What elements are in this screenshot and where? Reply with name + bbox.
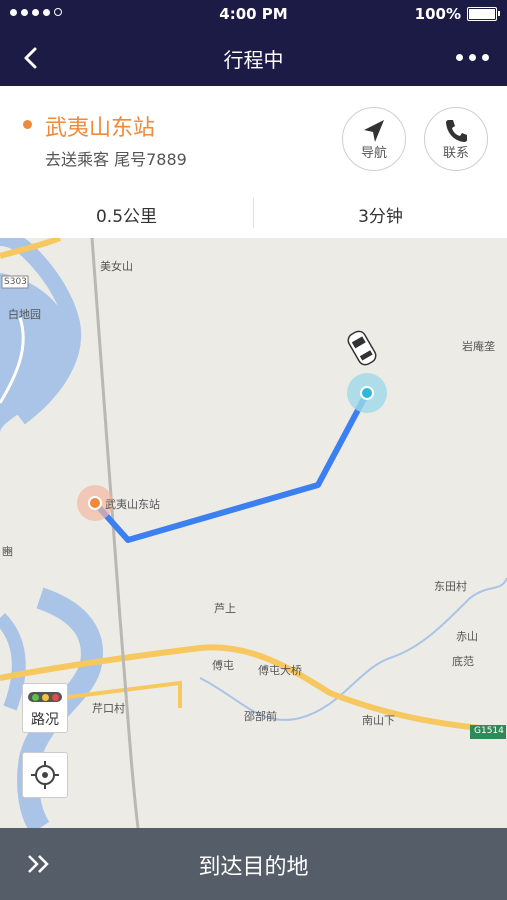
map-view[interactable]: S303 G1514 美女山 白地园 岩庵垄 武夷山东站 芦上 东田村 赤山 底… (0, 238, 507, 828)
place-label: 南山下 (362, 714, 395, 727)
route-line (92, 391, 370, 543)
arrive-destination-label: 到达目的地 (198, 855, 309, 880)
place-label: 岩庵垄 (462, 340, 495, 353)
passenger-info: 去送乘客 尾号7889 (45, 150, 187, 169)
place-label: 东田村 (434, 580, 467, 593)
battery-icon (467, 7, 500, 21)
river-segment (0, 613, 26, 711)
time-value: 3分钟 (358, 207, 403, 227)
contact-label: 联系 (442, 146, 469, 161)
place-label: 傅屯大桥 (258, 664, 302, 677)
place-label: 武夷山东站 (105, 498, 160, 511)
place-label: 底范 (452, 655, 474, 668)
road-label: G1514 (474, 726, 504, 736)
place-label: 傅屯 (212, 659, 234, 672)
trip-stats: 0.5公里 3分钟 (0, 188, 507, 239)
phone-icon (446, 120, 467, 142)
station-dot-icon (23, 120, 32, 129)
traffic-toggle-button[interactable]: 路况 (22, 683, 68, 733)
navigation-arrow-icon (364, 120, 384, 142)
more-dots-icon[interactable] (456, 54, 489, 61)
railway (90, 238, 140, 828)
place-label: 芦上 (214, 602, 236, 615)
contact-button[interactable]: 联系 (424, 107, 488, 171)
car-icon (347, 330, 377, 366)
nav-bar: 行程中 (0, 30, 507, 86)
battery-percent: 100% (414, 5, 461, 23)
place-label: 美女山 (100, 260, 133, 273)
navigate-button[interactable]: 导航 (342, 107, 406, 171)
page-title: 行程中 (223, 48, 284, 72)
navigate-label: 导航 (360, 146, 387, 161)
station-name: 武夷山东站 (45, 116, 156, 141)
destination-marker-icon (360, 386, 374, 400)
distance-value: 0.5公里 (95, 207, 158, 227)
place-label: 白地园 (8, 308, 41, 321)
locate-crosshair-icon (31, 761, 59, 789)
map-canvas (0, 238, 507, 828)
locate-button[interactable] (22, 752, 68, 798)
status-bar: 4:00 PM 100% (0, 0, 507, 30)
arrive-destination-button[interactable]: 到达目的地 (0, 828, 507, 900)
traffic-light-icon (28, 692, 62, 702)
place-label: 赤山 (456, 630, 478, 643)
road-label: S303 (4, 277, 27, 287)
place-label: 豳 (2, 545, 13, 558)
place-label: 芹口村 (92, 702, 125, 715)
traffic-label: 路况 (31, 712, 59, 728)
origin-marker-icon (88, 496, 102, 510)
place-label: 邵部前 (244, 710, 277, 723)
